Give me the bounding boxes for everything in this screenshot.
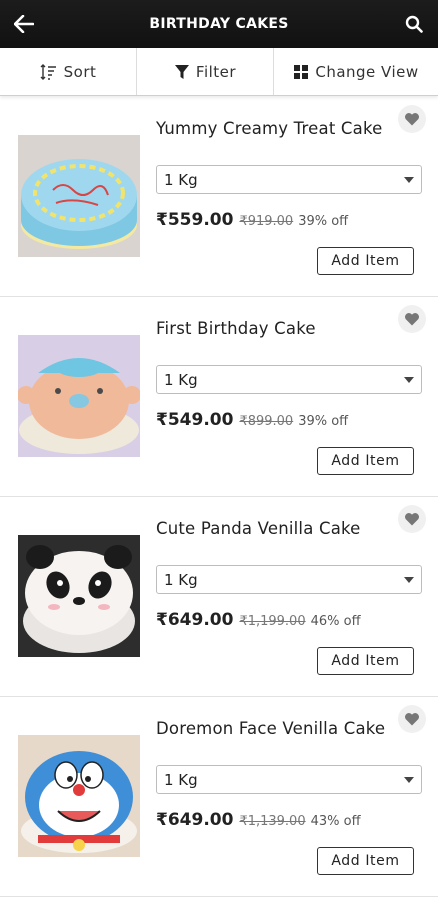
sale-price: ₹649.00	[156, 610, 234, 630]
change-view-button[interactable]: Change View	[274, 48, 438, 95]
cake-image[interactable]	[18, 735, 140, 857]
discount-label: 39% off	[298, 414, 349, 429]
filter-button[interactable]: Filter	[137, 48, 274, 95]
weight-value: 1 Kg	[164, 570, 198, 589]
page-title: BIRTHDAY CAKES	[149, 16, 289, 32]
price-row: ₹559.00 ₹919.00 39% off	[156, 210, 348, 230]
weight-select[interactable]: 1 Kg	[156, 565, 422, 594]
cake-image[interactable]	[18, 535, 140, 657]
search-button[interactable]	[390, 0, 438, 48]
back-button[interactable]	[0, 0, 48, 48]
sort-filter-bar: Sort Filter Change View	[0, 48, 438, 96]
add-item-button[interactable]: Add Item	[317, 647, 414, 675]
heart-icon	[405, 313, 419, 326]
chevron-down-icon	[404, 177, 414, 183]
sale-price: ₹649.00	[156, 810, 234, 830]
product-card[interactable]: Doremon Face Venilla Cake 1 Kg ₹649.00 ₹…	[0, 697, 438, 897]
cake-image[interactable]	[18, 335, 140, 457]
heart-icon	[405, 713, 419, 726]
product-name[interactable]: Yummy Creamy Treat Cake	[156, 119, 383, 138]
original-price: ₹1,199.00	[239, 614, 306, 629]
sale-price: ₹549.00	[156, 410, 234, 430]
sort-icon	[40, 63, 56, 80]
weight-value: 1 Kg	[164, 170, 198, 189]
search-icon	[405, 15, 423, 33]
arrow-left-icon	[14, 15, 34, 33]
cake-image[interactable]	[18, 135, 140, 257]
chevron-down-icon	[404, 377, 414, 383]
product-name[interactable]: First Birthday Cake	[156, 319, 316, 338]
weight-value: 1 Kg	[164, 370, 198, 389]
app-bar: BIRTHDAY CAKES	[0, 0, 438, 48]
add-item-button[interactable]: Add Item	[317, 247, 414, 275]
product-name[interactable]: Cute Panda Venilla Cake	[156, 519, 361, 538]
heart-icon	[405, 113, 419, 126]
sale-price: ₹559.00	[156, 210, 234, 230]
weight-select[interactable]: 1 Kg	[156, 365, 422, 394]
wishlist-button[interactable]	[398, 705, 426, 733]
add-item-button[interactable]: Add Item	[317, 847, 414, 875]
price-row: ₹649.00 ₹1,199.00 46% off	[156, 610, 361, 630]
discount-label: 46% off	[310, 614, 361, 629]
heart-icon	[405, 513, 419, 526]
price-row: ₹649.00 ₹1,139.00 43% off	[156, 810, 361, 830]
original-price: ₹899.00	[239, 414, 294, 429]
product-card[interactable]: Cute Panda Venilla Cake 1 Kg ₹649.00 ₹1,…	[0, 497, 438, 697]
weight-select[interactable]: 1 Kg	[156, 165, 422, 194]
wishlist-button[interactable]	[398, 105, 426, 133]
wishlist-button[interactable]	[398, 505, 426, 533]
filter-label: Filter	[195, 62, 237, 81]
product-card[interactable]: Yummy Creamy Treat Cake 1 Kg ₹559.00 ₹91…	[0, 97, 438, 297]
sort-button[interactable]: Sort	[0, 48, 137, 95]
price-row: ₹549.00 ₹899.00 39% off	[156, 410, 348, 430]
discount-label: 39% off	[298, 214, 349, 229]
weight-select[interactable]: 1 Kg	[156, 765, 422, 794]
original-price: ₹1,139.00	[239, 814, 306, 829]
chevron-down-icon	[404, 777, 414, 783]
filter-icon	[174, 64, 189, 79]
wishlist-button[interactable]	[398, 305, 426, 333]
discount-label: 43% off	[310, 814, 361, 829]
product-name[interactable]: Doremon Face Venilla Cake	[156, 719, 385, 738]
product-list: Yummy Creamy Treat Cake 1 Kg ₹559.00 ₹91…	[0, 97, 438, 897]
sort-label: Sort	[63, 62, 97, 81]
add-item-button[interactable]: Add Item	[317, 447, 414, 475]
weight-value: 1 Kg	[164, 770, 198, 789]
grid-icon	[294, 64, 309, 79]
original-price: ₹919.00	[239, 214, 294, 229]
chevron-down-icon	[404, 577, 414, 583]
product-card[interactable]: First Birthday Cake 1 Kg ₹549.00 ₹899.00…	[0, 297, 438, 497]
change-view-label: Change View	[315, 62, 419, 81]
